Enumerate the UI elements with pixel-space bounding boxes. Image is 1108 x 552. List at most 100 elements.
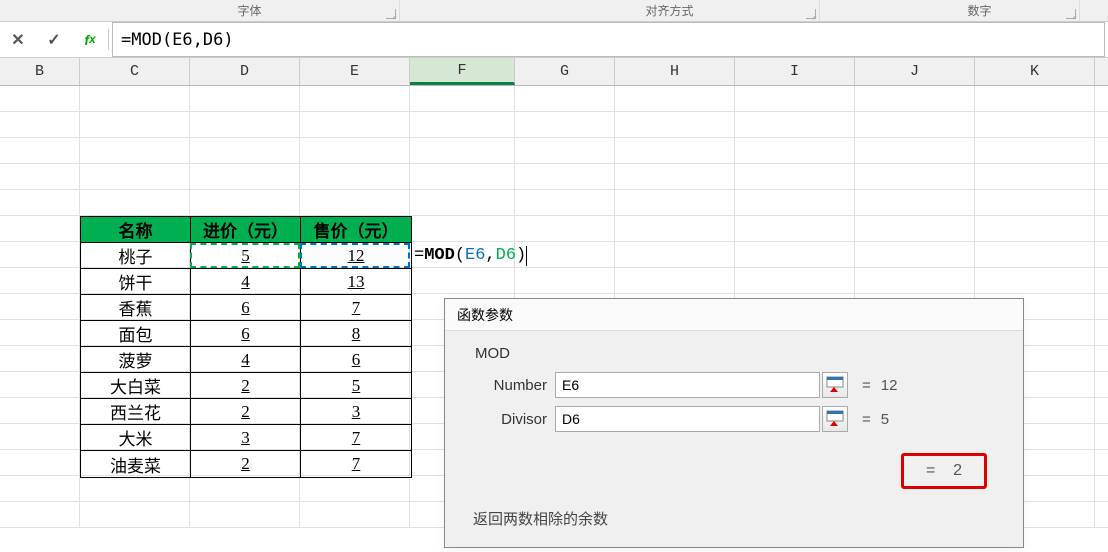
ribbon-group-alignment: 对齐方式: [520, 0, 820, 21]
divider: [108, 29, 109, 50]
table-cell[interactable]: 面包: [81, 321, 191, 347]
dialog-title: 函数参数: [445, 299, 1023, 331]
table-cell[interactable]: 3: [301, 399, 411, 425]
table-row: 香蕉 6 7: [81, 295, 411, 321]
table-row: 西兰花 2 3: [81, 399, 411, 425]
formula-text: ,: [485, 246, 495, 265]
range-selector-icon: [826, 376, 844, 394]
table-cell[interactable]: 菠萝: [81, 347, 191, 373]
formula-func: MOD: [424, 246, 455, 265]
data-table: 名称 进价（元） 售价（元） 桃子 5 12 饼干 4 13 香蕉 6 7 面包…: [80, 216, 412, 478]
argument-input-divisor[interactable]: D6: [555, 406, 820, 432]
argument-label: Number: [475, 377, 555, 394]
table-header-cell[interactable]: 名称: [81, 217, 191, 243]
table-cell[interactable]: 2: [191, 451, 301, 477]
table-header-row: 名称 进价（元） 售价（元）: [81, 217, 411, 243]
table-cell[interactable]: 香蕉: [81, 295, 191, 321]
table-cell[interactable]: 油麦菜: [81, 451, 191, 477]
column-header-B[interactable]: B: [0, 58, 80, 85]
column-header-I[interactable]: I: [735, 58, 855, 85]
table-cell[interactable]: 大白菜: [81, 373, 191, 399]
table-cell[interactable]: 7: [301, 425, 411, 451]
formula-text: (: [455, 246, 465, 265]
table-cell[interactable]: 3: [191, 425, 301, 451]
table-row: 面包 6 8: [81, 321, 411, 347]
table-cell[interactable]: 6: [191, 295, 301, 321]
table-cell[interactable]: 12: [301, 243, 411, 269]
table-row: 菠萝 4 6: [81, 347, 411, 373]
table-cell[interactable]: 6: [301, 347, 411, 373]
column-header-K[interactable]: K: [975, 58, 1095, 85]
column-header-H[interactable]: H: [615, 58, 735, 85]
function-name-label: MOD: [475, 345, 1003, 362]
table-row: 油麦菜 2 7: [81, 451, 411, 477]
cancel-button[interactable]: ✕: [0, 22, 36, 57]
dialog-body: MOD Number E6 = 12 Divisor D6: [445, 331, 1023, 454]
table-cell[interactable]: 6: [191, 321, 301, 347]
table-cell[interactable]: 5: [191, 243, 301, 269]
table-row: 桃子 5 12: [81, 243, 411, 269]
table-header-cell[interactable]: 进价（元）: [191, 217, 301, 243]
column-header-F[interactable]: F: [410, 58, 515, 85]
table-cell[interactable]: 13: [301, 269, 411, 295]
table-row: 大白菜 2 5: [81, 373, 411, 399]
equals-label: =: [862, 377, 871, 394]
equals-label: =: [926, 462, 935, 479]
table-cell[interactable]: 7: [301, 295, 411, 321]
argument-label: Divisor: [475, 411, 555, 428]
column-header-E[interactable]: E: [300, 58, 410, 85]
column-headers: B C D E F G H I J K: [0, 58, 1108, 86]
range-selector-button[interactable]: [822, 406, 848, 432]
dialog-launcher-icon[interactable]: [386, 9, 396, 19]
dialog-launcher-icon[interactable]: [806, 9, 816, 19]
table-cell[interactable]: 4: [191, 347, 301, 373]
table-cell[interactable]: 2: [191, 399, 301, 425]
table-cell[interactable]: 饼干: [81, 269, 191, 295]
ribbon-bar: 字体 对齐方式 数字: [0, 0, 1108, 22]
ribbon-group-label: 数字: [967, 2, 991, 19]
formula-bar: ✕ ✓ fx =MOD(E6,D6): [0, 22, 1108, 58]
column-header-J[interactable]: J: [855, 58, 975, 85]
ribbon-group-font: 字体: [100, 0, 400, 21]
range-selector-button[interactable]: [822, 372, 848, 398]
formula-ref-D6: D6: [496, 246, 516, 265]
active-cell-editor[interactable]: =MOD(E6,D6): [412, 243, 527, 268]
argument-result-value: 12: [881, 377, 898, 394]
final-result-box: = 2: [901, 453, 987, 489]
table-cell[interactable]: 4: [191, 269, 301, 295]
table-cell[interactable]: 桃子: [81, 243, 191, 269]
formula-input[interactable]: =MOD(E6,D6): [112, 22, 1105, 57]
equals-label: =: [862, 411, 871, 428]
formula-text: =: [414, 246, 424, 265]
function-description: 返回两数相除的余数: [473, 508, 608, 529]
final-result-value: 2: [953, 462, 962, 479]
table-cell[interactable]: 大米: [81, 425, 191, 451]
argument-row: Number E6 = 12: [475, 372, 1003, 398]
text-caret-icon: [526, 246, 527, 266]
argument-result-value: 5: [881, 411, 889, 428]
insert-function-button[interactable]: fx: [72, 22, 108, 57]
ribbon-group-label: 对齐方式: [645, 2, 693, 19]
table-row: 饼干 4 13: [81, 269, 411, 295]
function-arguments-dialog[interactable]: 函数参数 MOD Number E6 = 12 Divisor D6: [444, 298, 1024, 548]
table-cell[interactable]: 5: [301, 373, 411, 399]
column-header-C[interactable]: C: [80, 58, 190, 85]
enter-button[interactable]: ✓: [36, 22, 72, 57]
argument-result: = 5: [862, 411, 889, 428]
table-cell[interactable]: 2: [191, 373, 301, 399]
range-selector-icon: [826, 410, 844, 428]
argument-result: = 12: [862, 377, 897, 394]
formula-text: ): [516, 246, 526, 265]
formula-ref-E6: E6: [465, 246, 485, 265]
table-header-cell[interactable]: 售价（元）: [301, 217, 411, 243]
dialog-launcher-icon[interactable]: [1066, 9, 1076, 19]
table-cell[interactable]: 7: [301, 451, 411, 477]
table-cell[interactable]: 西兰花: [81, 399, 191, 425]
column-header-D[interactable]: D: [190, 58, 300, 85]
table-cell[interactable]: 8: [301, 321, 411, 347]
column-header-G[interactable]: G: [515, 58, 615, 85]
ribbon-group-number: 数字: [880, 0, 1080, 21]
argument-input-number[interactable]: E6: [555, 372, 820, 398]
table-row: 大米 3 7: [81, 425, 411, 451]
argument-row: Divisor D6 = 5: [475, 406, 1003, 432]
